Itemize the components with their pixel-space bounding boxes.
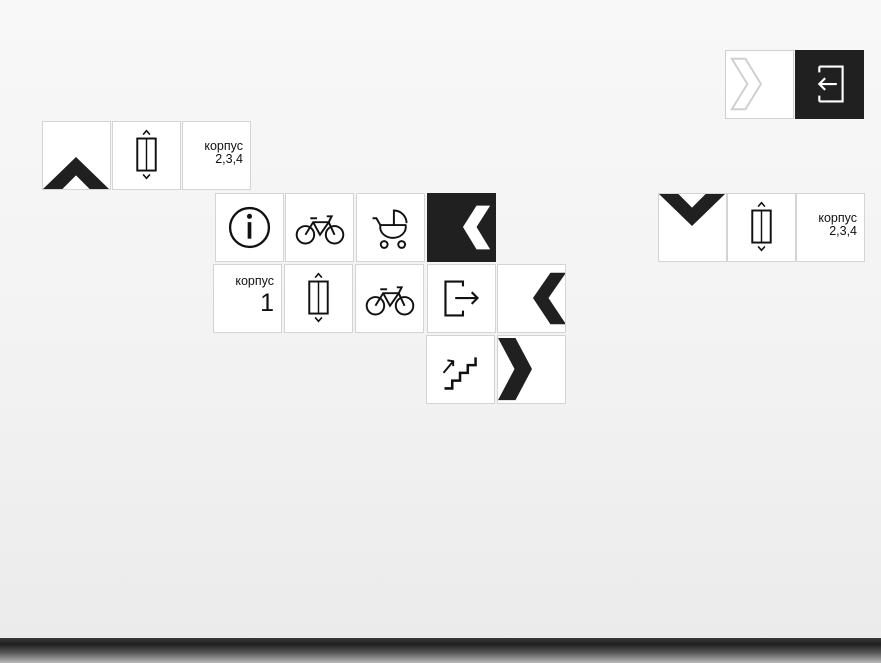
arrow-right-icon [498,337,532,401]
tile-stroller [356,193,425,262]
tile-arrow-left-dark [427,193,496,262]
tile-bicycle [285,193,354,262]
bicycle-icon [295,215,345,245]
tile-arrow-right [497,335,566,404]
arrow-up-icon [43,156,110,189]
tile-exit-dark [795,50,864,119]
tile-arrow-up [42,121,111,190]
tile-elevator [112,121,181,190]
arrow-left-icon [462,205,491,250]
floor-edge [0,638,881,663]
building-label-word: корпус [235,274,274,288]
building-label: корпус 2,3,4 [818,212,857,238]
building-label-word: корпус [204,139,243,153]
arrow-right-light-icon [730,57,763,111]
exit-icon [817,65,844,103]
tile-bicycle [355,264,424,333]
building-label-word: корпус [818,211,857,225]
elevator-icon [751,201,772,252]
elevator-icon [308,272,329,323]
tile-building-label-a: корпус 2,3,4 [182,121,251,190]
building-label: корпус 2,3,4 [204,140,243,166]
tile-arrow-down [658,193,727,262]
tile-info [215,193,284,262]
tile-exit [427,264,496,333]
tile-arrow-left [497,264,566,333]
elevator-icon [136,129,157,180]
tile-stairs [426,335,495,404]
arrow-left-icon [532,272,565,325]
building-label-number: 1 [260,289,274,317]
building-label-numbers: 2,3,4 [829,224,857,238]
tile-building-label-c: корпус 2,3,4 [796,193,865,262]
tile-arrow-right-light [725,50,794,119]
building-label: корпус 1 [235,274,274,317]
tile-building-label-b: корпус 1 [213,264,282,333]
arrow-down-icon [659,194,726,227]
info-icon [228,206,271,249]
building-label-numbers: 2,3,4 [215,152,243,166]
exit-icon [444,280,480,317]
stairs-up-icon [442,357,477,390]
bicycle-icon [365,286,415,316]
tile-elevator [727,193,796,262]
stroller-icon [372,209,408,249]
tile-elevator [284,264,353,333]
